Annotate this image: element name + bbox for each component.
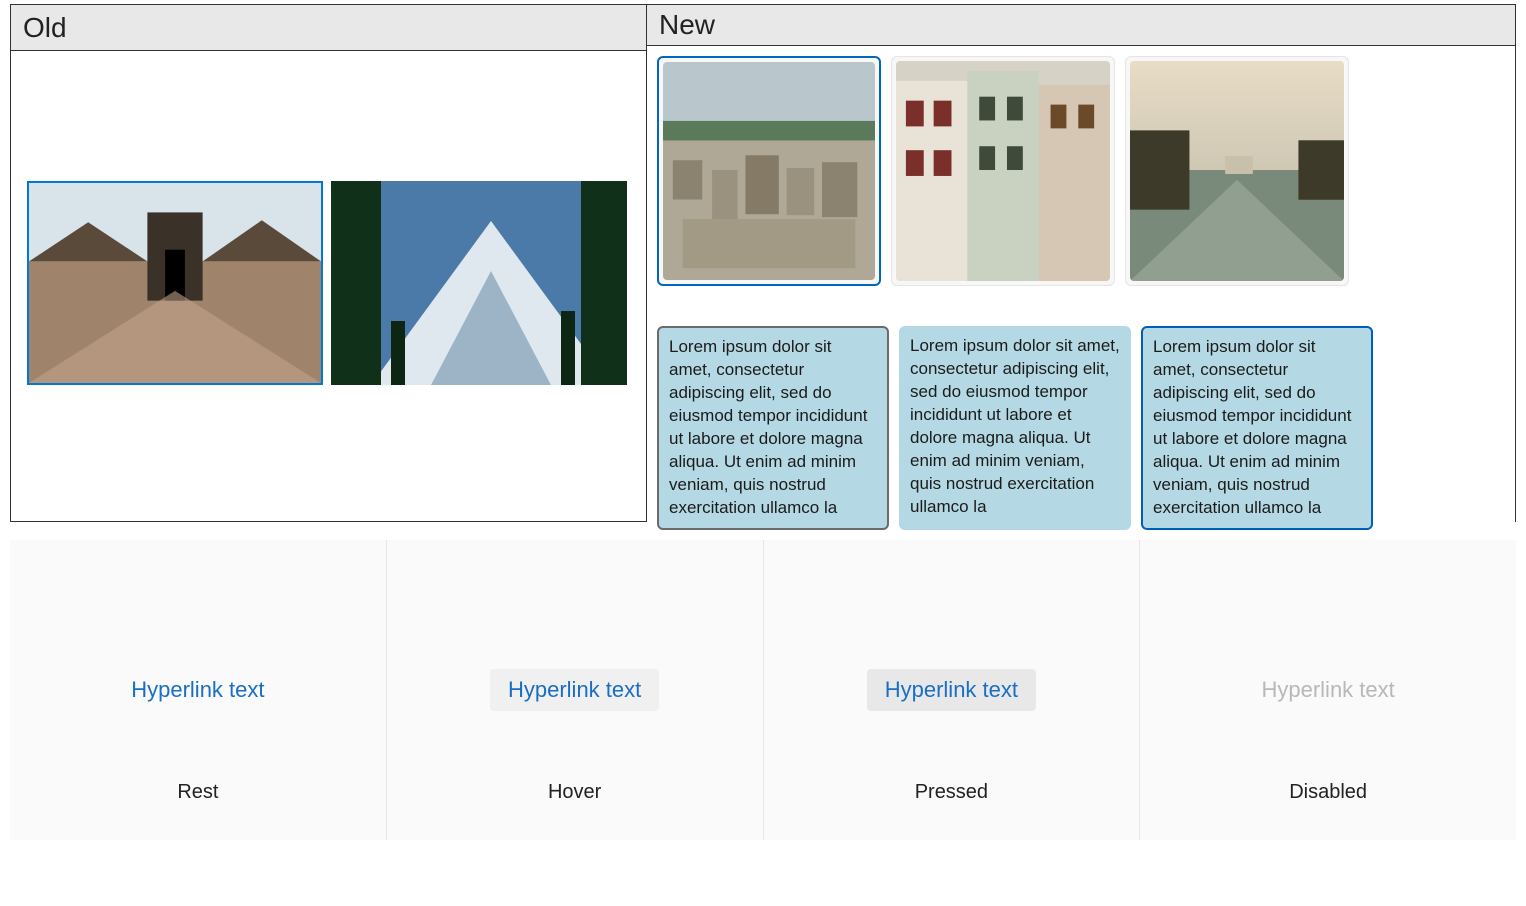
text-card-content: Lorem ipsum dolor sit amet, consectetur … <box>1153 337 1351 517</box>
hyperlink-state-rest: Hyperlink text Rest <box>10 540 387 840</box>
text-card-content: Lorem ipsum dolor sit amet, consectetur … <box>910 336 1120 516</box>
text-card-selected-gray-border[interactable]: Lorem ipsum dolor sit amet, consectetur … <box>657 326 889 530</box>
old-column: Old <box>11 5 647 521</box>
state-label-disabled: Disabled <box>1289 781 1367 804</box>
hyperlink-state-disabled: Hyperlink text Disabled <box>1140 540 1516 840</box>
new-thumbnails-row <box>657 56 1505 286</box>
hyperlink-state-pressed: Hyperlink text Pressed <box>764 540 1141 840</box>
state-label-pressed: Pressed <box>915 781 988 804</box>
text-card-selected-blue-border[interactable]: Lorem ipsum dolor sit amet, consectetur … <box>1141 326 1373 530</box>
state-label-rest: Rest <box>177 781 218 804</box>
hyperlink-disabled: Hyperlink text <box>1243 669 1412 711</box>
river-sunset-photo[interactable] <box>1125 56 1349 286</box>
hyperlink-pressed[interactable]: Hyperlink text <box>867 669 1036 711</box>
text-card-selected-no-border[interactable]: Lorem ipsum dolor sit amet, consectetur … <box>899 326 1131 530</box>
text-card-content: Lorem ipsum dolor sit amet, consectetur … <box>669 337 867 517</box>
old-column-header: Old <box>11 5 646 51</box>
snowy-mountain-photo[interactable] <box>331 181 627 385</box>
old-images-row <box>27 181 636 385</box>
cityscape-salzburg-photo[interactable] <box>657 56 881 286</box>
fort-archway-photo[interactable] <box>27 181 323 385</box>
new-column: New <box>647 5 1515 521</box>
hyperlink-state-hover: Hyperlink text Hover <box>387 540 764 840</box>
european-townhouses-photo[interactable] <box>891 56 1115 286</box>
new-column-header: New <box>647 5 1515 46</box>
new-column-body: Lorem ipsum dolor sit amet, consectetur … <box>647 46 1515 540</box>
old-column-body <box>11 51 646 521</box>
hyperlink-states-row: Hyperlink text Rest Hyperlink text Hover… <box>10 540 1516 840</box>
hyperlink-hover[interactable]: Hyperlink text <box>490 669 659 711</box>
hyperlink-rest[interactable]: Hyperlink text <box>113 669 282 711</box>
comparison-table: Old <box>10 4 1516 522</box>
new-text-cards-row: Lorem ipsum dolor sit amet, consectetur … <box>657 326 1505 530</box>
state-label-hover: Hover <box>548 781 601 804</box>
